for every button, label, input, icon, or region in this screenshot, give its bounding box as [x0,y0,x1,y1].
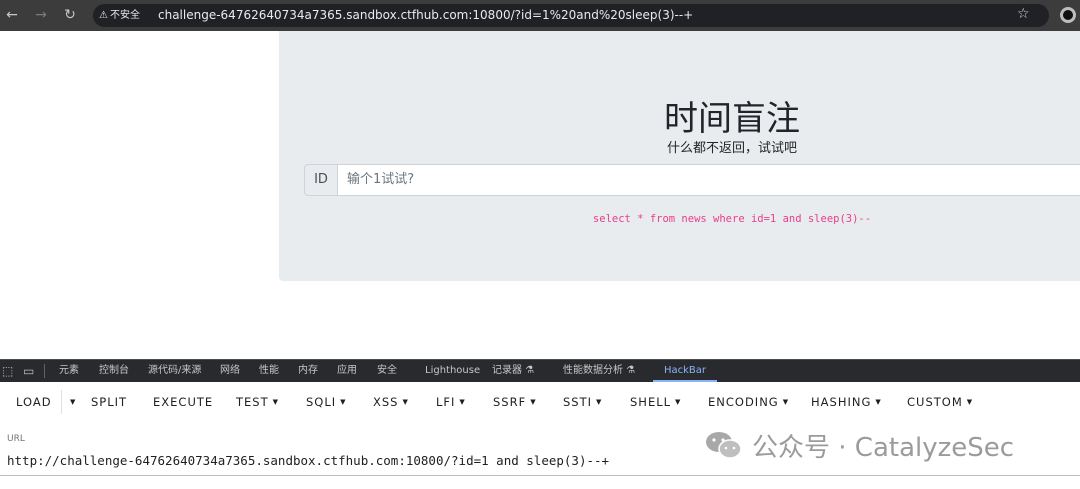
tab-elements[interactable]: 元素 [59,360,79,382]
address-url[interactable]: challenge-64762640734a7365.sandbox.ctfhu… [158,7,693,24]
tab-sources[interactable]: 源代码/来源 [148,360,201,382]
devtools-divider [44,364,45,378]
device-toolbar-icon[interactable]: ▭ [23,364,34,378]
hashing-label: HASHING [811,395,872,409]
chevron-down-icon: ▼ [272,398,280,406]
chevron-down-icon: ▼ [966,398,974,406]
tab-lighthouse[interactable]: Lighthouse [425,360,480,382]
id-input[interactable]: 输个1试试? [337,164,1080,196]
tab-application[interactable]: 应用 [337,360,357,382]
xss-label: XSS [373,395,399,409]
shell-label: SHELL [630,395,672,409]
ssti-menu-button[interactable]: SSTI ▼ [563,394,602,410]
load-dropdown-icon[interactable]: ▼ [66,394,76,410]
bookmark-star-icon[interactable]: ☆ [1017,5,1030,23]
hackbar-toolbar: LOAD ▼ SPLIT EXECUTE TEST ▼ SQLI ▼ XSS ▼ LF… [0,382,1080,422]
execute-label: EXECUTE [153,395,214,409]
chevron-down-icon: ▼ [340,398,347,406]
back-arrow-icon[interactable]: ← [3,6,21,24]
tab-security[interactable]: 安全 [377,360,397,382]
chevron-down-icon: ▼ [675,398,682,406]
sql-query-text: select * from news where id=1 and sleep(… [592,213,872,225]
load-button[interactable]: LOAD [16,394,52,410]
hackbar-url-input[interactable]: http://challenge-64762640734a7365.sandbo… [7,453,609,468]
page-subtitle: 什么都不返回，试试吧 [666,141,797,156]
tab-recorder[interactable]: 记录器 ⚗ [492,360,534,382]
tab-network[interactable]: 网络 [220,360,240,382]
lfi-menu-button[interactable]: LFI ▼ [436,394,466,410]
warning-icon: ⚠ [99,10,108,21]
browser-toolbar: ← → ↻ ⚠ 不安全 challenge-64762640734a7365.sa… [0,0,1080,31]
ssti-label: SSTI [563,395,593,409]
tab-memory[interactable]: 内存 [298,360,318,382]
encoding-menu-button[interactable]: ENCODING ▼ [708,394,789,410]
tab-hackbar[interactable]: HackBar [653,360,718,382]
page-title: 时间盲注 [664,99,800,139]
hashing-menu-button[interactable]: HASHING ▼ [811,394,882,410]
inspect-element-icon[interactable]: ⬚ [2,364,13,378]
custom-menu-button[interactable]: CUSTOM ▼ [907,394,973,410]
profile-icon[interactable] [1060,7,1076,23]
wechat-logo-icon [706,432,742,459]
lfi-label: LFI [436,395,456,409]
tab-console[interactable]: 控制台 [99,360,129,382]
id-input-group: ID 输个1试试? [304,164,1080,196]
watermark: 公众号 · CatalyzeSec [704,427,1014,463]
jumbotron: 时间盲注 什么都不返回，试试吧 ID 输个1试试? select * from … [279,31,1080,281]
chevron-down-icon: ▼ [530,398,537,406]
split-label: SPLIT [91,395,128,409]
chevron-down-icon: ▼ [875,398,882,406]
chevron-down-icon: ▼ [782,398,790,406]
execute-button[interactable]: EXECUTE [153,394,213,410]
custom-label: CUSTOM [907,395,963,409]
tab-performance[interactable]: 性能 [259,360,279,382]
forward-arrow-icon[interactable]: → [32,6,50,24]
watermark-text: 公众号 · CatalyzeSec [752,432,1015,463]
encoding-label: ENCODING [708,395,779,409]
ssrf-label: SSRF [493,395,527,409]
reload-icon[interactable]: ↻ [61,6,79,24]
load-label: LOAD [16,395,52,409]
split-button[interactable]: SPLIT [91,394,127,410]
address-bar[interactable]: ⚠ 不安全 challenge-64762640734a7365.sandbox.… [93,4,1049,27]
id-label: ID [304,164,338,196]
sqli-menu-button[interactable]: SQLI ▼ [306,394,347,410]
sqli-label: SQLI [306,395,337,409]
xss-menu-button[interactable]: XSS ▼ [373,394,409,410]
url-field-label: URL [7,434,25,444]
chevron-down-icon: ▼ [596,398,603,406]
devtools-tab-bar: ⬚ ▭ 元素 控制台 源代码/来源 网络 性能 内存 应用 安全 Lightho… [0,359,1080,382]
shell-menu-button[interactable]: SHELL ▼ [630,394,681,410]
ssrf-menu-button[interactable]: SSRF ▼ [493,394,537,410]
test-menu-button[interactable]: TEST ▼ [236,394,279,410]
chevron-down-icon: ▼ [402,398,409,406]
chevron-down-icon: ▼ [459,398,466,406]
security-chip[interactable]: ⚠ 不安全 [99,8,140,23]
security-label: 不安全 [109,10,140,21]
test-label: TEST [236,395,269,409]
load-divider [61,390,62,414]
url-field-underline [0,475,1080,476]
tab-performance-insights[interactable]: 性能数据分析 ⚗ [563,360,635,382]
